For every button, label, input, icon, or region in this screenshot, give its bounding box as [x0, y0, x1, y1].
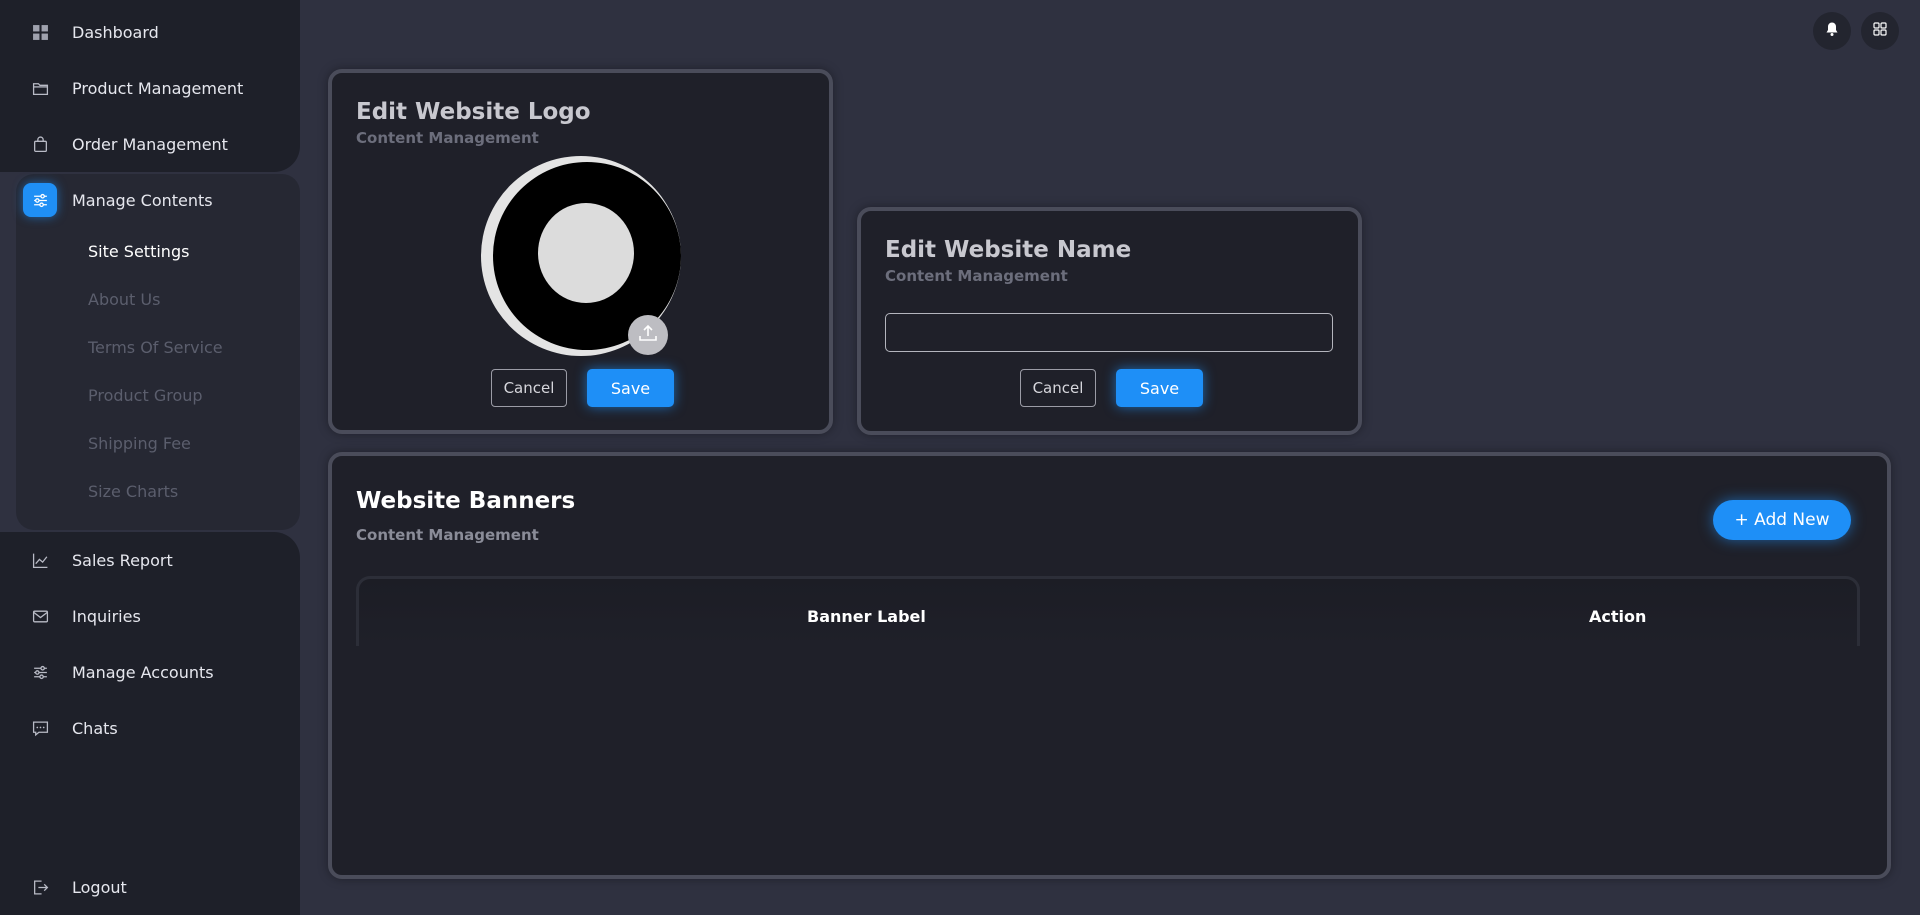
- column-header-banner-label: Banner Label: [807, 607, 926, 626]
- submenu-item-site-settings[interactable]: Site Settings: [88, 242, 189, 261]
- sidebar-item-label: Dashboard: [72, 22, 159, 42]
- card-title: Edit Website Name: [885, 237, 1132, 263]
- upload-icon: [637, 322, 659, 348]
- bell-icon: [1824, 21, 1840, 41]
- card-title: Edit Website Logo: [356, 99, 591, 125]
- mail-icon: [30, 606, 50, 626]
- submenu-item-about-us[interactable]: About Us: [88, 290, 160, 309]
- column-header-action: Action: [1589, 607, 1647, 626]
- website-banners-card: Website Banners Content Management + Add…: [328, 452, 1891, 879]
- dashboard-icon: [30, 22, 50, 42]
- sidebar-item-label: Inquiries: [72, 606, 141, 626]
- edit-logo-card: Edit Website Logo Content Management Can…: [328, 69, 833, 434]
- sidebar-item-label: Chats: [72, 718, 118, 738]
- submenu-item-size-charts[interactable]: Size Charts: [88, 482, 178, 501]
- save-button[interactable]: Save: [587, 369, 674, 407]
- sidebar-item-label: Sales Report: [72, 550, 173, 570]
- sidebar-item-dashboard[interactable]: Dashboard: [30, 18, 159, 46]
- sliders-icon: [30, 662, 50, 682]
- grid-icon: [1872, 21, 1888, 41]
- sidebar-item-manage-contents[interactable]: Manage Contents: [23, 182, 213, 218]
- banners-table: Banner Label Action: [356, 576, 1860, 646]
- apps-button[interactable]: [1861, 12, 1899, 50]
- sidebar-item-order-management[interactable]: Order Management: [30, 130, 228, 158]
- sidebar-item-inquiries[interactable]: Inquiries: [30, 602, 141, 630]
- sidebar-item-product-management[interactable]: Product Management: [30, 74, 243, 102]
- sidebar-item-label: Order Management: [72, 134, 228, 154]
- card-subtitle: Content Management: [356, 129, 539, 147]
- website-name-input[interactable]: [885, 313, 1333, 352]
- sidebar-item-label: Manage Contents: [72, 190, 213, 210]
- sidebar-item-label: Logout: [72, 877, 127, 897]
- card-subtitle: Content Management: [885, 267, 1068, 285]
- sidebar-item-label: Manage Accounts: [72, 662, 214, 682]
- folder-icon: [30, 78, 50, 98]
- save-button[interactable]: Save: [1116, 369, 1203, 407]
- sidebar-item-label: Product Management: [72, 78, 244, 98]
- card-subtitle: Content Management: [356, 526, 539, 544]
- sidebar-item-logout[interactable]: Logout: [30, 873, 127, 901]
- submenu-item-terms-of-service[interactable]: Terms Of Service: [88, 338, 223, 357]
- cancel-button[interactable]: Cancel: [1020, 369, 1096, 407]
- submenu-item-product-group[interactable]: Product Group: [88, 386, 203, 405]
- sidebar-item-manage-accounts[interactable]: Manage Accounts: [30, 658, 214, 686]
- logout-icon: [30, 877, 50, 897]
- notifications-button[interactable]: [1813, 12, 1851, 50]
- sliders-icon: [23, 183, 57, 217]
- shopping-bag-icon: [30, 134, 50, 154]
- submenu-item-shipping-fee[interactable]: Shipping Fee: [88, 434, 191, 453]
- sidebar-item-sales-report[interactable]: Sales Report: [30, 546, 173, 574]
- add-new-button[interactable]: + Add New: [1713, 500, 1851, 540]
- line-chart-icon: [30, 550, 50, 570]
- sidebar: Dashboard Product Management Order Manag…: [0, 0, 300, 915]
- sidebar-item-chats[interactable]: Chats: [30, 714, 118, 742]
- edit-name-card: Edit Website Name Content Management Can…: [857, 207, 1362, 435]
- chat-icon: [30, 718, 50, 738]
- card-title: Website Banners: [356, 488, 576, 514]
- upload-logo-button[interactable]: [628, 315, 668, 355]
- cancel-button[interactable]: Cancel: [491, 369, 567, 407]
